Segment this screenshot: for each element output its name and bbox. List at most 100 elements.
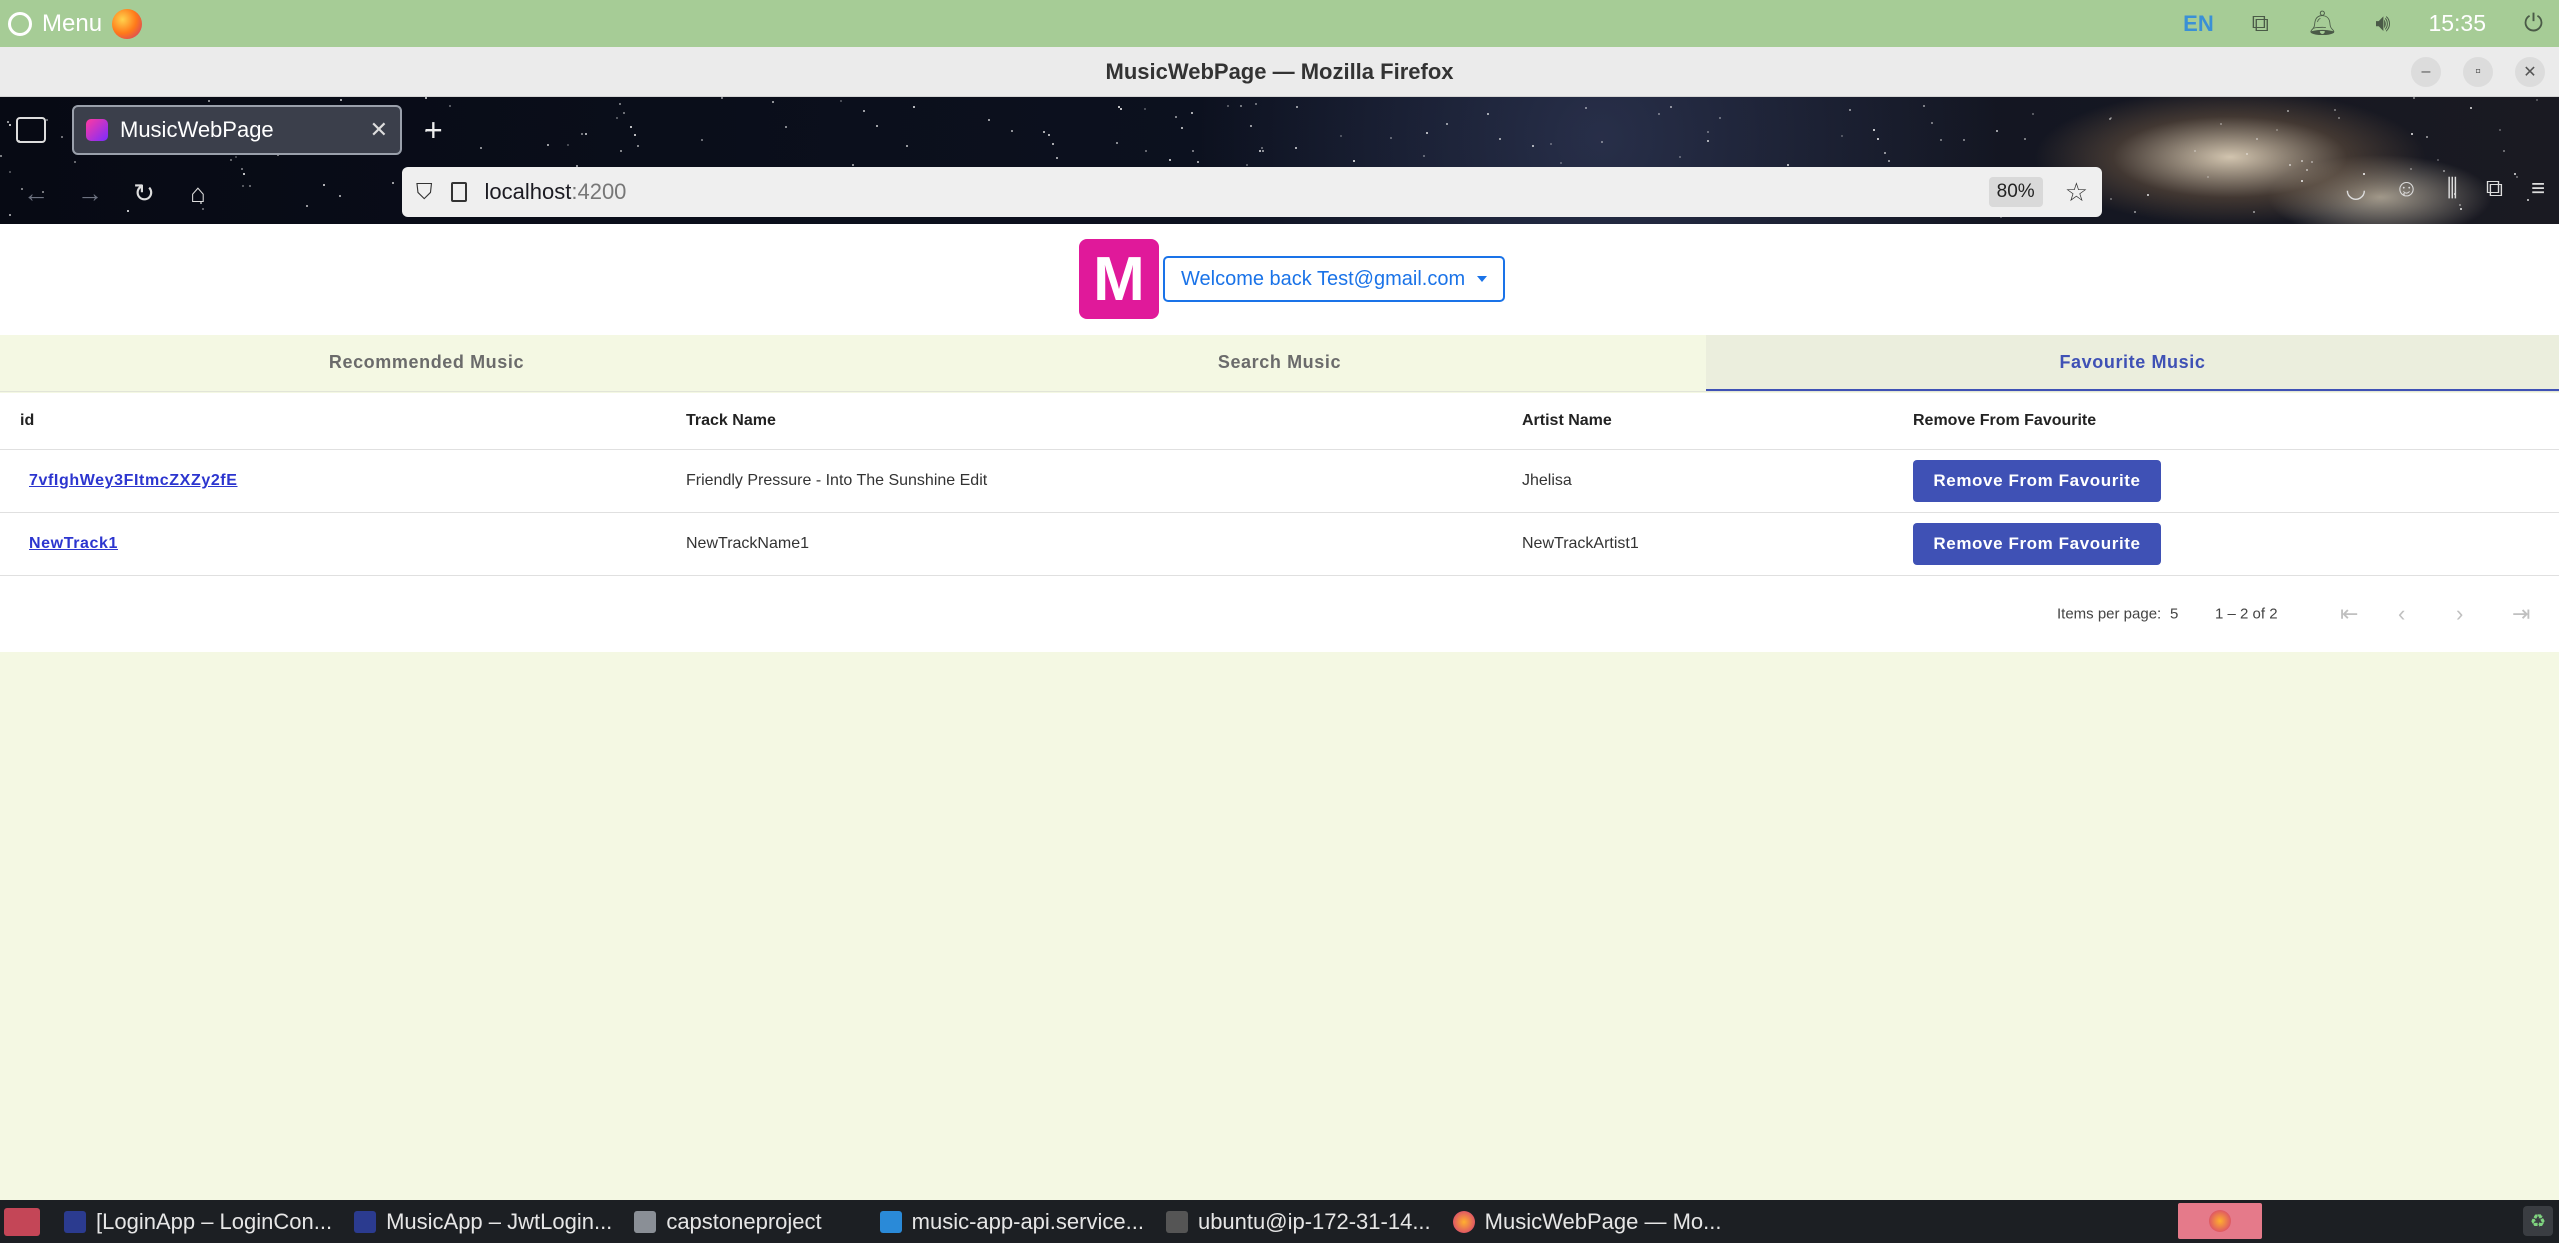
tracking-shield-icon[interactable]: ⛉ [416, 179, 433, 205]
paginator: Items per page: 5 1 – 2 of 2 ⇤ ‹ › ⇥ [0, 576, 2559, 652]
show-desktop-icon[interactable] [4, 1207, 40, 1236]
column-header-id[interactable]: id [20, 412, 34, 430]
url-host: localhost [484, 179, 572, 204]
page-info-icon[interactable] [450, 182, 467, 202]
network-icon[interactable]: ⧉ [2252, 10, 2269, 38]
taskbar-pinned-firefox[interactable] [2178, 1203, 2262, 1239]
last-page-icon[interactable]: ⇥ [2512, 601, 2530, 627]
firefox-launcher-icon[interactable] [112, 8, 143, 39]
items-per-page-select[interactable]: 5 [2170, 606, 2178, 623]
chevron-down-icon [1477, 276, 1488, 282]
window-titlebar: MusicWebPage — Mozilla Firefox – ▫ ✕ [0, 47, 2559, 97]
track-name-cell: NewTrackName1 [686, 535, 809, 552]
first-page-icon[interactable]: ⇤ [2340, 601, 2358, 627]
intellij-icon [354, 1210, 377, 1233]
taskbar-item-label: music-app-api.service... [911, 1208, 1144, 1234]
app-logo: M [1079, 239, 1159, 319]
track-name-cell: Friendly Pressure - Into The Sunshine Ed… [686, 472, 988, 489]
browser-chrome: MusicWebPage ✕ + ← → ↻ ⌂ ⛉ localhost:420… [0, 97, 2559, 224]
tab-title: MusicWebPage [120, 117, 274, 142]
favourites-table: id Track Name Artist Name Remove From Fa… [0, 393, 2559, 652]
app-menu-icon[interactable]: ≡ [2531, 175, 2545, 204]
items-per-page-label: Items per page: [2057, 605, 2162, 623]
os-top-panel: Menu EN ⧉ 🔔︎ 🔊︎ 15:35 ⏻ [0, 0, 2559, 47]
taskbar-item-label: MusicWebPage — Mo... [1484, 1208, 1722, 1234]
artist-name-cell: NewTrackArtist1 [1522, 535, 1639, 552]
remove-from-favourite-button[interactable]: Remove From Favourite [1913, 523, 2161, 565]
library-icon[interactable]: ⫼ [2447, 175, 2458, 204]
close-window-button[interactable]: ✕ [2515, 57, 2545, 87]
home-icon[interactable]: ⌂ [180, 178, 216, 209]
address-bar[interactable]: ⛉ localhost:4200 80% ☆ [402, 167, 2102, 217]
terminal-icon [1165, 1210, 1188, 1233]
taskbar-item-vscode[interactable]: music-app-api.service... [879, 1208, 1144, 1235]
table-header-row: id Track Name Artist Name Remove From Fa… [0, 393, 2559, 450]
taskbar-item-firefox[interactable]: MusicWebPage — Mo... [1452, 1208, 1722, 1235]
tab-favourite-music[interactable]: Favourite Music [1705, 335, 2559, 391]
clock[interactable]: 15:35 [2428, 10, 2486, 37]
volume-icon[interactable]: 🔊︎ [2375, 10, 2390, 38]
system-tray: EN ⧉ 🔔︎ 🔊︎ 15:35 ⏻ [2183, 9, 2543, 38]
maximize-button[interactable]: ▫ [2463, 57, 2493, 87]
table-row: 7vfIghWey3FItmcZXZy2fE Friendly Pressure… [0, 450, 2559, 513]
intellij-icon [64, 1210, 86, 1233]
tab-recommended-music[interactable]: Recommended Music [0, 335, 853, 391]
zoom-level-indicator[interactable]: 80% [1988, 177, 2043, 207]
taskbar-item-musicapp[interactable]: MusicApp – JwtLogin... [354, 1209, 612, 1235]
artist-name-cell: Jhelisa [1522, 472, 1572, 489]
tab-strip: MusicWebPage ✕ + [0, 97, 2559, 163]
next-page-icon[interactable]: › [2456, 601, 2463, 627]
tab-search-music[interactable]: Search Music [853, 335, 1706, 391]
new-tab-icon[interactable]: + [424, 112, 443, 149]
column-header-remove: Remove From Favourite [1913, 412, 2097, 429]
bookmark-star-icon[interactable]: ☆ [2065, 177, 2088, 208]
account-icon[interactable]: ☺ [2394, 175, 2419, 204]
taskbar-item-label: [LoginApp – LoginCon... [96, 1208, 333, 1234]
os-menu-button[interactable]: Menu [8, 10, 102, 38]
web-content: M Welcome back Test@gmail.com Recommende… [0, 224, 2559, 1200]
forward-arrow-icon[interactable]: → [72, 178, 108, 209]
track-id-link[interactable]: 7vfIghWey3FItmcZXZy2fE [29, 472, 238, 490]
music-tabs: Recommended Music Search Music Favourite… [0, 335, 2559, 392]
taskbar-item-label: capstoneproject [666, 1208, 822, 1234]
folder-icon [634, 1210, 657, 1233]
remove-from-favourite-button[interactable]: Remove From Favourite [1913, 460, 2161, 502]
taskbar-item-label: MusicApp – JwtLogin... [386, 1208, 613, 1234]
taskbar-item-capstoneproject[interactable]: capstoneproject [634, 1208, 822, 1235]
menu-icon [8, 11, 32, 36]
toolbar-extensions: ◡ ☺ ⫼ ⧉ ≡ [2345, 175, 2545, 204]
track-id-link[interactable]: NewTrack1 [29, 535, 118, 553]
extensions-icon[interactable]: ⧉ [2486, 175, 2503, 204]
list-all-tabs-icon[interactable] [16, 117, 46, 143]
tray-update-icon[interactable]: ♻ [2523, 1206, 2553, 1236]
notification-icon[interactable]: 🔔︎ [2307, 9, 2337, 38]
reload-icon[interactable]: ↻ [126, 178, 162, 209]
taskbar-item-label: ubuntu@ip-172-31-14... [1197, 1208, 1431, 1234]
column-header-artist-name[interactable]: Artist Name [1522, 412, 1612, 430]
keyboard-layout-indicator[interactable]: EN [2183, 11, 2214, 37]
window-title: MusicWebPage — Mozilla Firefox [1105, 58, 1454, 84]
firefox-icon [1452, 1210, 1475, 1233]
table-row: NewTrack1 NewTrackName1 NewTrackArtist1 … [0, 513, 2559, 576]
browser-tab-musicwebpage[interactable]: MusicWebPage ✕ [72, 105, 402, 155]
os-menu-label: Menu [42, 9, 103, 37]
minimize-button[interactable]: – [2411, 57, 2441, 87]
close-tab-icon[interactable]: ✕ [370, 117, 388, 143]
navigation-toolbar: ← → ↻ ⌂ ⛉ localhost:4200 80% ☆ ◡ ☺ ⫼ ⧉ ≡ [0, 163, 2559, 224]
url-port: :4200 [571, 179, 627, 204]
column-header-track-name[interactable]: Track Name [686, 412, 776, 430]
os-taskbar: [LoginApp – LoginCon... MusicApp – JwtLo… [0, 1200, 2559, 1243]
app-header: M Welcome back Test@gmail.com [0, 224, 2559, 335]
power-icon[interactable]: ⏻ [2524, 10, 2543, 38]
paginator-range-label: 1 – 2 of 2 [2215, 605, 2278, 623]
site-favicon-icon [86, 119, 108, 141]
vscode-icon [879, 1210, 902, 1233]
taskbar-item-loginapp[interactable]: [LoginApp – LoginCon... [64, 1209, 332, 1235]
firefox-icon [2209, 1210, 2231, 1232]
taskbar-item-terminal[interactable]: ubuntu@ip-172-31-14... [1165, 1208, 1431, 1235]
user-menu-dropdown[interactable]: Welcome back Test@gmail.com [1163, 256, 1506, 302]
pocket-icon[interactable]: ◡ [2345, 175, 2366, 204]
previous-page-icon[interactable]: ‹ [2398, 601, 2405, 627]
welcome-text: Welcome back Test@gmail.com [1181, 267, 1466, 290]
back-arrow-icon[interactable]: ← [18, 178, 54, 209]
